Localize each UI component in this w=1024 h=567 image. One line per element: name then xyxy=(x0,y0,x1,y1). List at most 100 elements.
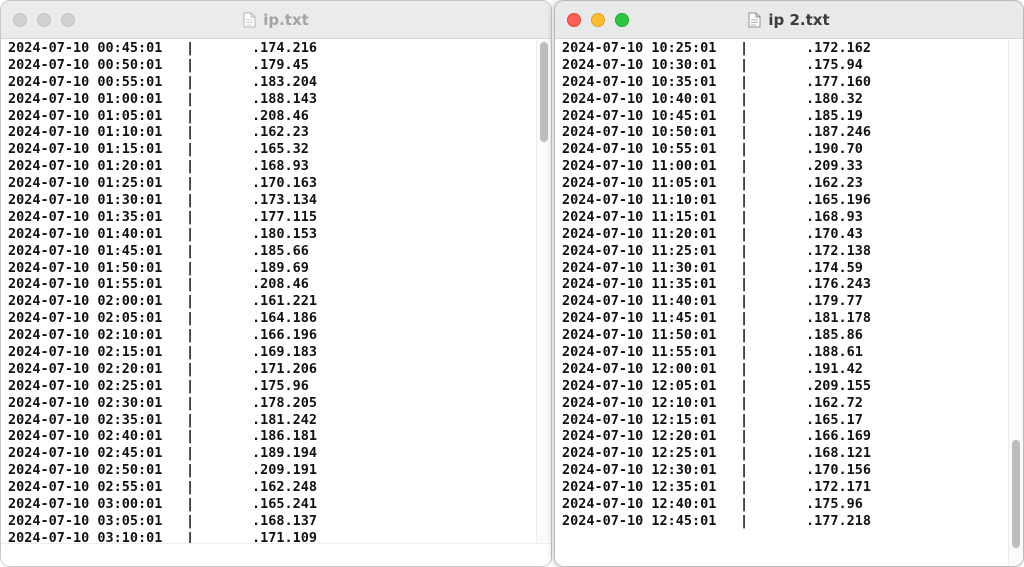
redacted-ip-prefix xyxy=(206,394,252,412)
separator: | xyxy=(740,158,749,175)
timestamp: 2024-07-10 10:50:01 xyxy=(562,124,717,141)
ip-suffix: .209.33 xyxy=(806,158,863,175)
timestamp: 2024-07-10 12:45:01 xyxy=(562,512,717,529)
separator: | xyxy=(740,40,749,56)
separator: | xyxy=(740,208,749,225)
timestamp: 2024-07-10 03:05:01 xyxy=(8,512,163,529)
text-line: 2024-07-10 12:35:01 | .172.171 xyxy=(562,479,871,497)
text-line: 2024-07-10 02:35:01 | .181.242 xyxy=(8,411,317,429)
text-line: 2024-07-10 10:30:01 | .175.94 xyxy=(562,56,871,74)
ip-suffix: .172.138 xyxy=(806,242,872,259)
timestamp: 2024-07-10 02:00:01 xyxy=(8,293,163,310)
separator: | xyxy=(740,242,749,259)
text-line: 2024-07-10 11:45:01 | .181.178 xyxy=(562,310,871,328)
text-line: 2024-07-10 00:50:01 | .179.45 xyxy=(8,56,317,74)
redacted-ip-prefix xyxy=(760,141,806,159)
text-line: 2024-07-10 10:45:01 | .185.19 xyxy=(562,107,871,125)
timestamp: 2024-07-10 02:05:01 xyxy=(8,310,163,327)
text-line: 2024-07-10 00:45:01 | .174.216 xyxy=(8,40,317,57)
redacted-ip-prefix xyxy=(206,462,252,480)
separator: | xyxy=(186,208,195,225)
timestamp: 2024-07-10 01:40:01 xyxy=(8,225,163,242)
textedit-window-ip-2[interactable]: ip 2.txt 2024-07-10 10:25:01 | .172.162 20… xyxy=(554,0,1024,567)
redacted-ip-prefix xyxy=(760,344,806,361)
redacted-ip-prefix xyxy=(206,310,252,328)
ip-suffix: .168.93 xyxy=(252,158,309,175)
titlebar[interactable]: ip.txt xyxy=(1,1,551,39)
separator: | xyxy=(186,242,195,259)
text-line: 2024-07-10 02:50:01 | .209.191 xyxy=(8,462,317,480)
redacted-ip-prefix xyxy=(206,242,252,260)
ip-suffix: .189.194 xyxy=(252,445,318,462)
text-line: 2024-07-10 01:15:01 | .165.32 xyxy=(8,141,317,159)
timestamp: 2024-07-10 01:00:01 xyxy=(8,90,163,107)
timestamp: 2024-07-10 12:30:01 xyxy=(562,462,717,479)
text-area[interactable]: 2024-07-10 10:25:01 | .172.162 2024-07-10 … xyxy=(555,40,1023,566)
timestamp: 2024-07-10 11:25:01 xyxy=(562,242,717,259)
separator: | xyxy=(740,496,749,513)
redacted-ip-prefix xyxy=(760,377,806,395)
text-line: 2024-07-10 12:30:01 | .170.156 xyxy=(562,462,871,480)
text-line: 2024-07-10 11:55:01 | .188.61 xyxy=(562,344,871,361)
timestamp: 2024-07-10 12:05:01 xyxy=(562,377,717,394)
text-line: 2024-07-10 11:30:01 | .174.59 xyxy=(562,259,871,277)
timestamp: 2024-07-10 01:10:01 xyxy=(8,124,163,141)
redacted-ip-prefix xyxy=(206,56,252,74)
ip-suffix: .166.196 xyxy=(252,327,318,344)
text-line: 2024-07-10 00:55:01 | .183.204 xyxy=(8,73,317,91)
redacted-ip-prefix xyxy=(760,327,806,345)
textedit-window-ip[interactable]: ip.txt 2024-07-10 00:45:01 | .174.216 2024… xyxy=(0,0,552,567)
timestamp: 2024-07-10 12:15:01 xyxy=(562,411,717,428)
separator: | xyxy=(186,445,195,462)
ip-suffix: .189.69 xyxy=(252,259,309,276)
text-line: 2024-07-10 02:25:01 | .175.96 xyxy=(8,377,317,395)
text-line: 2024-07-10 01:30:01 | .173.134 xyxy=(8,192,317,209)
separator: | xyxy=(186,344,195,361)
timestamp: 2024-07-10 02:30:01 xyxy=(8,394,163,411)
separator: | xyxy=(186,293,195,310)
separator: | xyxy=(740,90,749,107)
ip-suffix: .172.162 xyxy=(806,40,872,56)
timestamp: 2024-07-10 11:45:01 xyxy=(562,310,717,327)
text-area[interactable]: 2024-07-10 00:45:01 | .174.216 2024-07-10 … xyxy=(1,40,551,566)
timestamp: 2024-07-10 01:15:01 xyxy=(8,141,163,158)
redacted-ip-prefix xyxy=(206,479,252,497)
ip-suffix: .165.196 xyxy=(806,192,872,209)
ip-suffix: .176.243 xyxy=(806,276,872,293)
separator: | xyxy=(186,56,195,73)
separator: | xyxy=(740,377,749,394)
ip-suffix: .164.186 xyxy=(252,310,318,327)
ip-suffix: .169.183 xyxy=(252,344,318,361)
ip-suffix: .175.96 xyxy=(252,377,309,394)
timestamp: 2024-07-10 02:25:01 xyxy=(8,377,163,394)
scrollbar-thumb[interactable] xyxy=(1012,440,1020,548)
timestamp: 2024-07-10 02:50:01 xyxy=(8,462,163,479)
scrollbar-thumb[interactable] xyxy=(540,42,548,142)
redacted-ip-prefix xyxy=(206,293,252,311)
redacted-ip-prefix xyxy=(760,124,806,142)
titlebar[interactable]: ip 2.txt xyxy=(555,1,1023,39)
text-line: 2024-07-10 10:35:01 | .177.160 xyxy=(562,73,872,91)
redacted-ip-prefix xyxy=(760,242,806,260)
ip-suffix: .187.246 xyxy=(806,124,872,141)
redacted-ip-prefix xyxy=(206,158,252,176)
ip-suffix: .177.160 xyxy=(806,73,872,90)
text-line: 2024-07-10 03:05:01 | .168.137 xyxy=(8,512,317,530)
timestamp: 2024-07-10 10:40:01 xyxy=(562,90,717,107)
separator: | xyxy=(186,192,195,209)
timestamp: 2024-07-10 02:40:01 xyxy=(8,428,163,445)
separator: | xyxy=(740,259,749,276)
text-line: 2024-07-10 11:25:01 | .172.138 xyxy=(562,242,872,260)
separator: | xyxy=(186,394,195,411)
timestamp: 2024-07-10 12:10:01 xyxy=(562,394,717,411)
separator: | xyxy=(740,56,749,73)
ip-suffix: .191.42 xyxy=(806,360,863,377)
vertical-scrollbar[interactable] xyxy=(1008,40,1023,566)
vertical-scrollbar[interactable] xyxy=(536,40,551,566)
ip-suffix: .170.163 xyxy=(252,175,318,192)
timestamp: 2024-07-10 12:40:01 xyxy=(562,496,717,513)
redacted-ip-prefix xyxy=(760,259,806,277)
separator: | xyxy=(186,512,195,529)
ip-suffix: .179.45 xyxy=(252,56,309,73)
timestamp: 2024-07-10 11:10:01 xyxy=(562,192,717,209)
